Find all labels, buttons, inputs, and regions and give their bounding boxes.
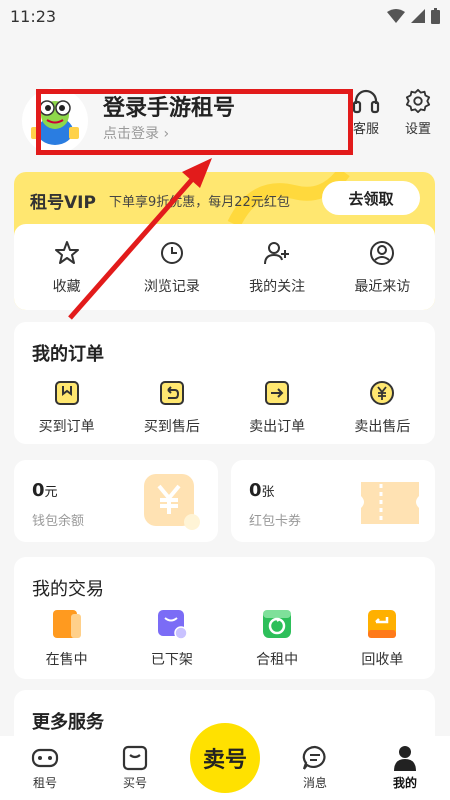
frog-mascot-icon	[31, 100, 79, 145]
bought-aftersale-label: 买到售后	[143, 419, 200, 435]
wifi-icon	[387, 9, 405, 23]
status-bar: 11:23	[0, 0, 450, 32]
favorites-item[interactable]: 收藏	[14, 224, 119, 310]
yen-wallet-icon	[144, 474, 200, 530]
recycle-item[interactable]: 回收单	[330, 607, 435, 669]
trades-grid: 在售中 已下架 合租中 回收单	[14, 607, 435, 669]
settings-button[interactable]: 设置	[398, 88, 438, 137]
following-item[interactable]: 我的关注	[225, 224, 330, 310]
bookmark-box-icon	[54, 378, 80, 408]
sold-orders-item[interactable]: 卖出订单	[225, 378, 330, 436]
headset-icon	[352, 89, 380, 114]
visitor-icon	[369, 238, 395, 268]
sell-account-button[interactable]: 卖号	[190, 723, 260, 793]
status-time: 11:23	[10, 6, 57, 26]
settings-label: 设置	[404, 122, 431, 137]
nav-rent-label: 租号	[32, 776, 57, 790]
off-shelf-icon	[156, 607, 188, 641]
avatar[interactable]	[22, 88, 88, 154]
history-item[interactable]: 浏览记录	[119, 224, 224, 310]
nav-buy[interactable]: 买号	[90, 736, 180, 800]
coupon-amount: 0张	[249, 480, 275, 501]
vip-claim-button[interactable]: 去领取	[322, 181, 420, 215]
profile-header[interactable]: 登录手游租号 点击登录 › 客服 设置	[18, 80, 438, 160]
wallet-balance-amount: 0元	[32, 480, 58, 501]
ticket-icon	[361, 482, 419, 524]
nav-rent[interactable]: 租号	[0, 736, 90, 800]
vip-card: 租号VIP 下单享9折优惠，每月22元红包 去领取 收藏 浏览记录 我的关注 最…	[14, 172, 435, 310]
bought-orders-label: 买到订单	[38, 419, 95, 435]
battery-icon	[431, 8, 440, 24]
orders-grid: 买到订单 买到售后 卖出订单 卖出售后	[14, 378, 435, 436]
nav-mine[interactable]: 我的	[360, 736, 450, 800]
clock-icon	[159, 238, 185, 268]
recycle-label: 回收单	[361, 652, 404, 668]
orders-card: 我的订单 买到订单 买到售后 卖出订单 卖出售后	[14, 322, 435, 444]
person-icon	[392, 742, 418, 774]
vip-banner[interactable]: 租号VIP 下单享9折优惠，每月22元红包 去领取	[14, 172, 435, 224]
gamepad-icon	[31, 742, 59, 774]
sold-aftersale-label: 卖出售后	[354, 419, 411, 435]
on-sale-icon	[51, 607, 83, 641]
customer-service-label: 客服	[352, 122, 379, 137]
nav-buy-label: 买号	[122, 776, 147, 790]
signal-icon	[411, 9, 425, 23]
nav-mine-label: 我的	[392, 776, 417, 790]
bought-orders-item[interactable]: 买到订单	[14, 378, 119, 436]
off-shelf-item[interactable]: 已下架	[119, 607, 224, 669]
co-rent-item[interactable]: 合租中	[225, 607, 330, 669]
add-user-icon	[263, 238, 291, 268]
visitors-item[interactable]: 最近来访	[330, 224, 435, 310]
trades-card: 我的交易 在售中 已下架 合租中 回收单	[14, 557, 435, 679]
yen-circle-icon	[369, 378, 395, 408]
status-icons	[387, 8, 440, 24]
co-rent-label: 合租中	[256, 652, 299, 668]
trades-title: 我的交易	[32, 579, 104, 600]
following-label: 我的关注	[249, 279, 306, 295]
coupon-label: 红包卡券	[249, 514, 302, 529]
sold-orders-label: 卖出订单	[249, 419, 306, 435]
favorites-label: 收藏	[52, 279, 81, 295]
vip-menu: 收藏 浏览记录 我的关注 最近来访	[14, 224, 435, 310]
coupon-card[interactable]: 0张 红包卡券	[231, 460, 435, 542]
login-title[interactable]: 登录手游租号	[103, 90, 235, 122]
history-label: 浏览记录	[143, 279, 200, 295]
vip-description: 下单享9折优惠，每月22元红包	[109, 195, 290, 210]
wallet-balance-label: 钱包余额	[32, 514, 85, 529]
nav-messages[interactable]: 消息	[270, 736, 360, 800]
star-icon	[54, 238, 80, 268]
recycle-icon	[366, 607, 398, 641]
visitors-label: 最近来访	[354, 279, 411, 295]
wallet-balance-card[interactable]: 0元 钱包余额	[14, 460, 218, 542]
vip-title: 租号VIP	[30, 193, 96, 213]
off-shelf-label: 已下架	[150, 652, 193, 668]
sold-aftersale-item[interactable]: 卖出售后	[330, 378, 435, 436]
orders-title: 我的订单	[32, 344, 104, 365]
return-box-icon	[159, 378, 185, 408]
bought-aftersale-item[interactable]: 买到售后	[119, 378, 224, 436]
co-rent-icon	[261, 607, 293, 641]
more-services-title: 更多服务	[32, 712, 104, 733]
arrow-box-icon	[264, 378, 290, 408]
on-sale-item[interactable]: 在售中	[14, 607, 119, 669]
chat-icon	[301, 742, 329, 774]
login-link[interactable]: 点击登录 ›	[103, 123, 169, 143]
gear-icon	[405, 88, 431, 114]
on-sale-label: 在售中	[45, 652, 88, 668]
bag-icon	[122, 742, 148, 774]
nav-messages-label: 消息	[302, 776, 327, 790]
customer-service-button[interactable]: 客服	[346, 88, 386, 137]
